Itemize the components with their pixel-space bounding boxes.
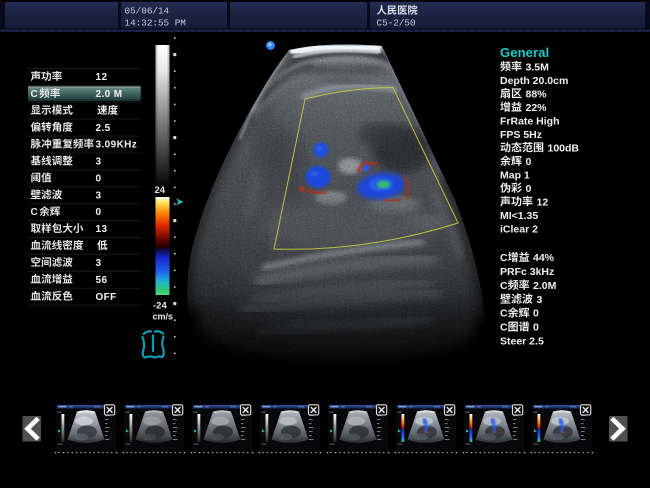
svg-text:44%: 44% (533, 252, 555, 264)
svg-text:05/06/14: 05/06/14 (125, 6, 170, 17)
svg-text:PRFc 3kHz: PRFc 3kHz (500, 266, 554, 278)
svg-text:3: 3 (96, 190, 102, 201)
svg-text:0: 0 (96, 173, 102, 184)
svg-text:0: 0 (533, 308, 539, 320)
svg-text:3.5M: 3.5M (526, 61, 550, 73)
svg-text:0: 0 (526, 156, 532, 168)
svg-text:C: C (31, 89, 38, 100)
svg-text:cm/s: cm/s (153, 312, 174, 322)
svg-text:22%: 22% (526, 102, 548, 114)
svg-text:3: 3 (96, 157, 102, 168)
svg-text:88%: 88% (526, 88, 548, 100)
svg-text:Steer 2.5: Steer 2.5 (500, 336, 544, 348)
svg-text:-24: -24 (153, 301, 167, 312)
svg-text:OFF: OFF (96, 292, 117, 303)
svg-text:C: C (500, 252, 508, 264)
svg-text:0: 0 (533, 322, 539, 334)
svg-text:3: 3 (537, 294, 543, 306)
svg-text:12: 12 (537, 196, 549, 208)
svg-text:C: C (500, 322, 508, 334)
svg-text:3: 3 (96, 258, 102, 269)
svg-text:0: 0 (526, 183, 532, 195)
svg-text:3.09KHz: 3.09KHz (96, 140, 138, 151)
svg-text:0: 0 (96, 207, 102, 218)
svg-text:C5-2/50: C5-2/50 (377, 18, 416, 29)
svg-text:General: General (500, 45, 549, 60)
svg-text:FPS 5Hz: FPS 5Hz (500, 129, 542, 141)
svg-text:56: 56 (96, 275, 108, 286)
svg-text:iClear 2: iClear 2 (500, 223, 538, 235)
svg-text:2.0 M: 2.0 M (96, 89, 123, 100)
svg-text:100dB: 100dB (548, 142, 580, 154)
svg-text:2.0M: 2.0M (533, 280, 557, 292)
svg-text:13: 13 (96, 224, 108, 235)
svg-text:14:32:55 PM: 14:32:55 PM (125, 18, 186, 29)
svg-text:FrRate High: FrRate High (500, 115, 560, 127)
svg-text:C: C (500, 308, 508, 320)
svg-text:24: 24 (155, 185, 166, 196)
svg-text:Map 1: Map 1 (500, 169, 530, 181)
svg-text:Depth 20.0cm: Depth 20.0cm (500, 75, 568, 87)
svg-text:C: C (500, 280, 508, 292)
svg-text:12: 12 (96, 72, 108, 83)
svg-text:2.5: 2.5 (96, 123, 111, 134)
svg-text:C: C (31, 207, 38, 218)
svg-text:MI<1.35: MI<1.35 (500, 210, 538, 222)
